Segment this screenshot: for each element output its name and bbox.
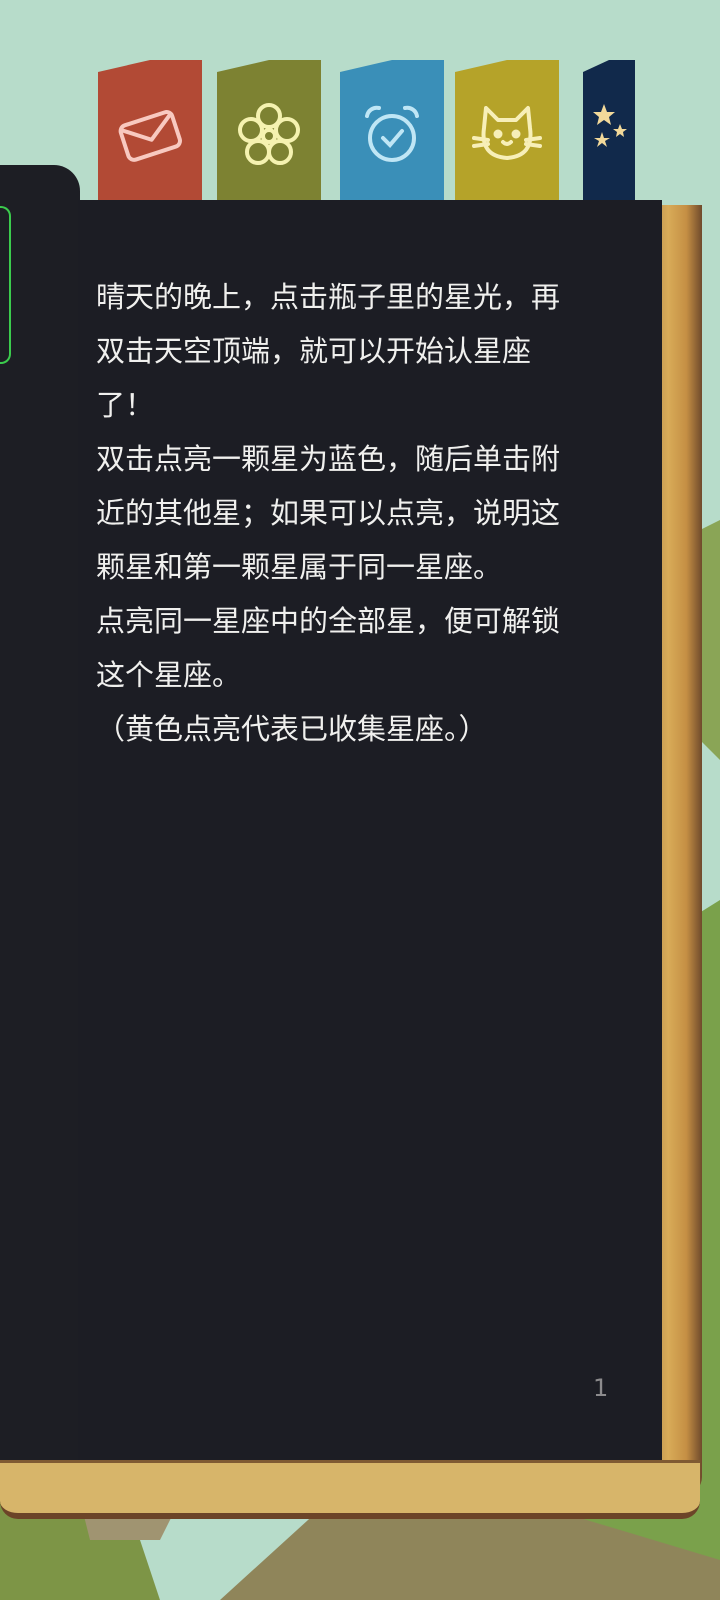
instructions-text: 晴天的晚上，点击瓶子里的星光，再双击天空顶端，就可以开始认星座了！ 双击点亮一颗… bbox=[96, 270, 586, 756]
tab-flower[interactable] bbox=[217, 60, 321, 210]
stars-icon bbox=[593, 104, 627, 147]
scene: 晴天的晚上，点击瓶子里的星光，再双击天空顶端，就可以开始认星座了！ 双击点亮一颗… bbox=[0, 0, 720, 1600]
instruction-paragraph: 晴天的晚上，点击瓶子里的星光，再双击天空顶端，就可以开始认星座了！ bbox=[96, 280, 561, 422]
book-bottom-pages bbox=[0, 1460, 700, 1519]
left-page-tab-edge[interactable] bbox=[0, 206, 11, 364]
envelope-icon bbox=[118, 110, 182, 162]
tab-clock[interactable] bbox=[340, 60, 444, 210]
tab-stars[interactable] bbox=[583, 60, 635, 210]
page-number: 1 bbox=[593, 1374, 609, 1402]
book-left-page bbox=[0, 165, 80, 1465]
alarm-clock-icon bbox=[365, 105, 419, 162]
cat-icon bbox=[472, 106, 542, 160]
tab-mail[interactable] bbox=[98, 60, 202, 210]
instruction-paragraph: 双击点亮一颗星为蓝色，随后单击附近的其他星；如果可以点亮，说明这颗星和第一颗星属… bbox=[96, 442, 561, 584]
instruction-paragraph: 点亮同一星座中的全部星，便可解锁这个星座。 bbox=[96, 604, 561, 692]
flower-icon bbox=[238, 103, 300, 165]
tab-cat[interactable] bbox=[455, 60, 559, 210]
instruction-paragraph: （黄色点亮代表已收集星座。） bbox=[96, 712, 488, 746]
